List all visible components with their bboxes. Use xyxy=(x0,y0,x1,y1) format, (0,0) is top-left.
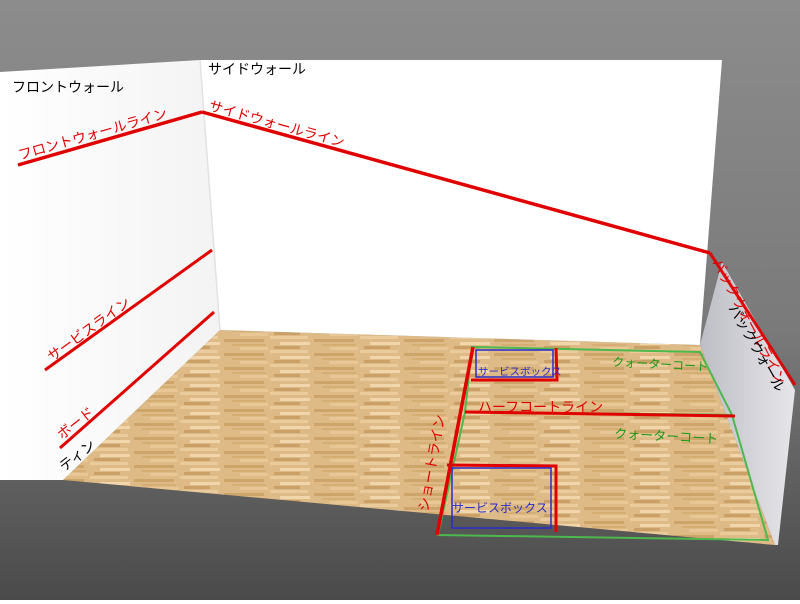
label-half-court-line: ハーフコートライン xyxy=(478,400,603,416)
squash-court-diagram: フロントウォール サイドウォール フロントウォールライン サイドウォールライン … xyxy=(0,0,800,600)
label-service-box-upper: サービスボックス xyxy=(478,366,562,378)
side-wall xyxy=(200,60,722,345)
label-front-wall: フロントウォール xyxy=(12,80,124,96)
label-side-wall: サイドウォール xyxy=(208,62,306,78)
label-service-box-lower: サービスボックス xyxy=(452,501,548,515)
